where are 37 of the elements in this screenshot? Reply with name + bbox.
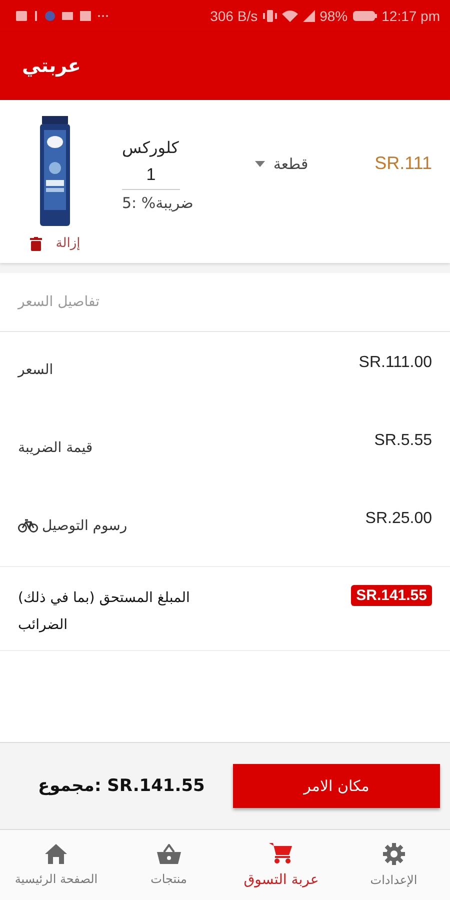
quantity-field[interactable]: 1 xyxy=(122,160,180,190)
row-label: قيمة الضريبة xyxy=(18,440,93,456)
row-value: SR.25.00 xyxy=(365,510,432,528)
network-speed: 306 B/s xyxy=(210,8,258,24)
section-heading: تفاصيل السعر xyxy=(18,294,100,310)
dropdown-arrow-icon xyxy=(255,160,266,166)
remove-link[interactable]: إزالة xyxy=(56,236,80,251)
row-label: المبلغ المستحق (بما في ذلك) الضرائب xyxy=(18,589,191,635)
row-value: SR.111.00 xyxy=(358,354,432,372)
screen-title: عربتي xyxy=(22,55,81,77)
unit-dropdown[interactable]: قطعة xyxy=(255,154,308,172)
product-name: كلوركس xyxy=(122,138,180,156)
battery-icon xyxy=(352,10,377,22)
trash-icon[interactable] xyxy=(30,236,42,250)
basket-icon xyxy=(156,844,181,864)
notification-icon xyxy=(62,12,73,20)
nav-tab[interactable]: منتجات xyxy=(112,830,225,900)
row-value: SR.5.55 xyxy=(374,432,432,450)
cart-total: مجموع: SR.141.55 xyxy=(38,776,205,796)
cart-icon xyxy=(269,842,294,864)
vibrate-icon xyxy=(262,10,277,22)
clock: 12:17 pm xyxy=(382,8,440,24)
battery-percent: 98% xyxy=(320,8,348,24)
row-label: رسوم التوصيل xyxy=(42,518,128,534)
bicycle-icon xyxy=(18,519,38,533)
nav-tab[interactable]: الإعدادات xyxy=(338,830,450,900)
home-icon xyxy=(45,844,68,864)
nav-tab[interactable]: عربة التسوق xyxy=(225,830,338,900)
signal-icon xyxy=(302,10,315,22)
image-icon xyxy=(16,11,27,21)
tax-rate: 5: %ضريبة xyxy=(122,194,194,212)
nav-tab[interactable]: الصفحة الرئيسية xyxy=(0,830,112,900)
row-label: السعر xyxy=(18,362,54,378)
total-amount: SR.141.55 xyxy=(351,585,432,606)
wifi-icon xyxy=(282,10,298,22)
place-order-button[interactable]: مكان الامر xyxy=(233,764,440,808)
item-price: SR.111 xyxy=(374,153,432,174)
